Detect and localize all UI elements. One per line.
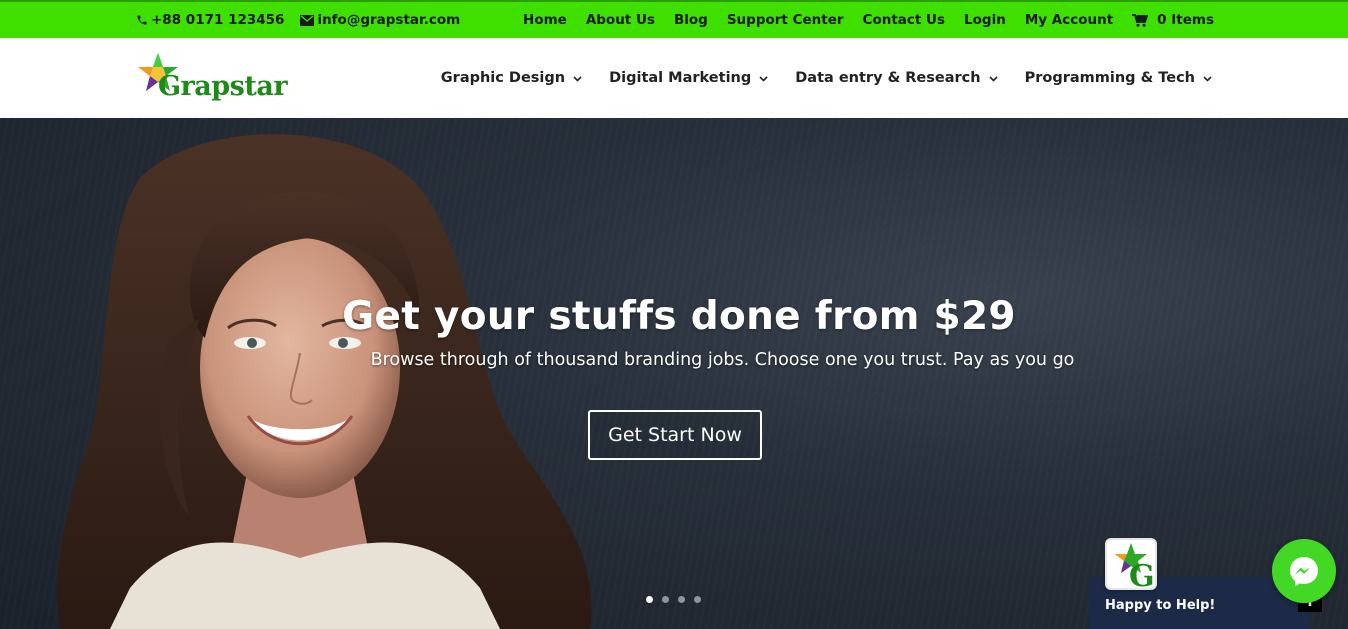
slider-dot-4[interactable] [694,596,701,603]
get-start-now-button[interactable]: Get Start Now [588,410,762,460]
chat-label: Happy to Help! [1105,598,1216,613]
nav-label: Graphic Design [440,70,566,86]
chevron-down-icon [759,70,768,86]
phone-number: +88 0171 123456 [151,12,285,28]
nav-label: Data entry & Research [795,70,981,86]
hero-woman-image [57,134,592,629]
top-bar: +88 0171 123456 info@grapstar.com Home A… [0,0,1348,38]
email-contact[interactable]: info@grapstar.com [300,12,460,28]
envelope-icon [300,14,315,26]
svg-text:G: G [1129,559,1155,588]
hero-subtitle: Browse through of thousand branding jobs… [370,350,1075,370]
phone-contact[interactable]: +88 0171 123456 [136,12,284,28]
top-link-home[interactable]: Home [523,12,567,28]
main-header: Grapstar Graphic Design Digital Marketin… [0,38,1348,118]
top-link-contact-us[interactable]: Contact Us [863,12,946,28]
top-link-my-account[interactable]: My Account [1025,12,1113,28]
chevron-down-icon [1203,70,1212,86]
nav-label: Programming & Tech [1024,70,1195,86]
messenger-icon [1290,557,1318,586]
cart-icon [1132,13,1149,27]
top-link-about-us[interactable]: About Us [586,12,655,28]
nav-digital-marketing[interactable]: Digital Marketing [609,70,768,86]
main-nav: Graphic Design Digital Marketing Data en… [441,38,1212,118]
messenger-button[interactable] [1272,539,1336,603]
nav-graphic-design[interactable]: Graphic Design [441,70,582,86]
slider-dot-3[interactable] [678,596,685,603]
slider-dots [646,596,701,603]
hero-title: Get your stuffs done from $29 [342,294,1016,339]
email-address: info@grapstar.com [317,12,461,28]
chevron-down-icon [989,70,998,86]
top-link-support-center[interactable]: Support Center [727,12,844,28]
nav-data-entry-research[interactable]: Data entry & Research [795,70,998,86]
chevron-down-icon [573,70,582,86]
logo-text: Grapstar [158,71,288,102]
chat-avatar: G [1105,538,1157,594]
contact-info: +88 0171 123456 info@grapstar.com [136,2,460,38]
site-logo[interactable]: Grapstar [138,51,288,107]
nav-programming-tech[interactable]: Programming & Tech [1025,70,1212,86]
slider-dot-1[interactable] [646,596,653,603]
nav-label: Digital Marketing [609,70,752,86]
slider-dot-2[interactable] [662,596,669,603]
cart-link[interactable]: 0 Items [1132,12,1214,28]
top-link-login[interactable]: Login [964,12,1006,28]
top-links: Home About Us Blog Support Center Contac… [523,2,1214,38]
top-link-blog[interactable]: Blog [674,12,708,28]
phone-icon [136,14,148,26]
cart-count: 0 Items [1157,12,1214,28]
grapstar-g-icon: G [1115,543,1155,594]
